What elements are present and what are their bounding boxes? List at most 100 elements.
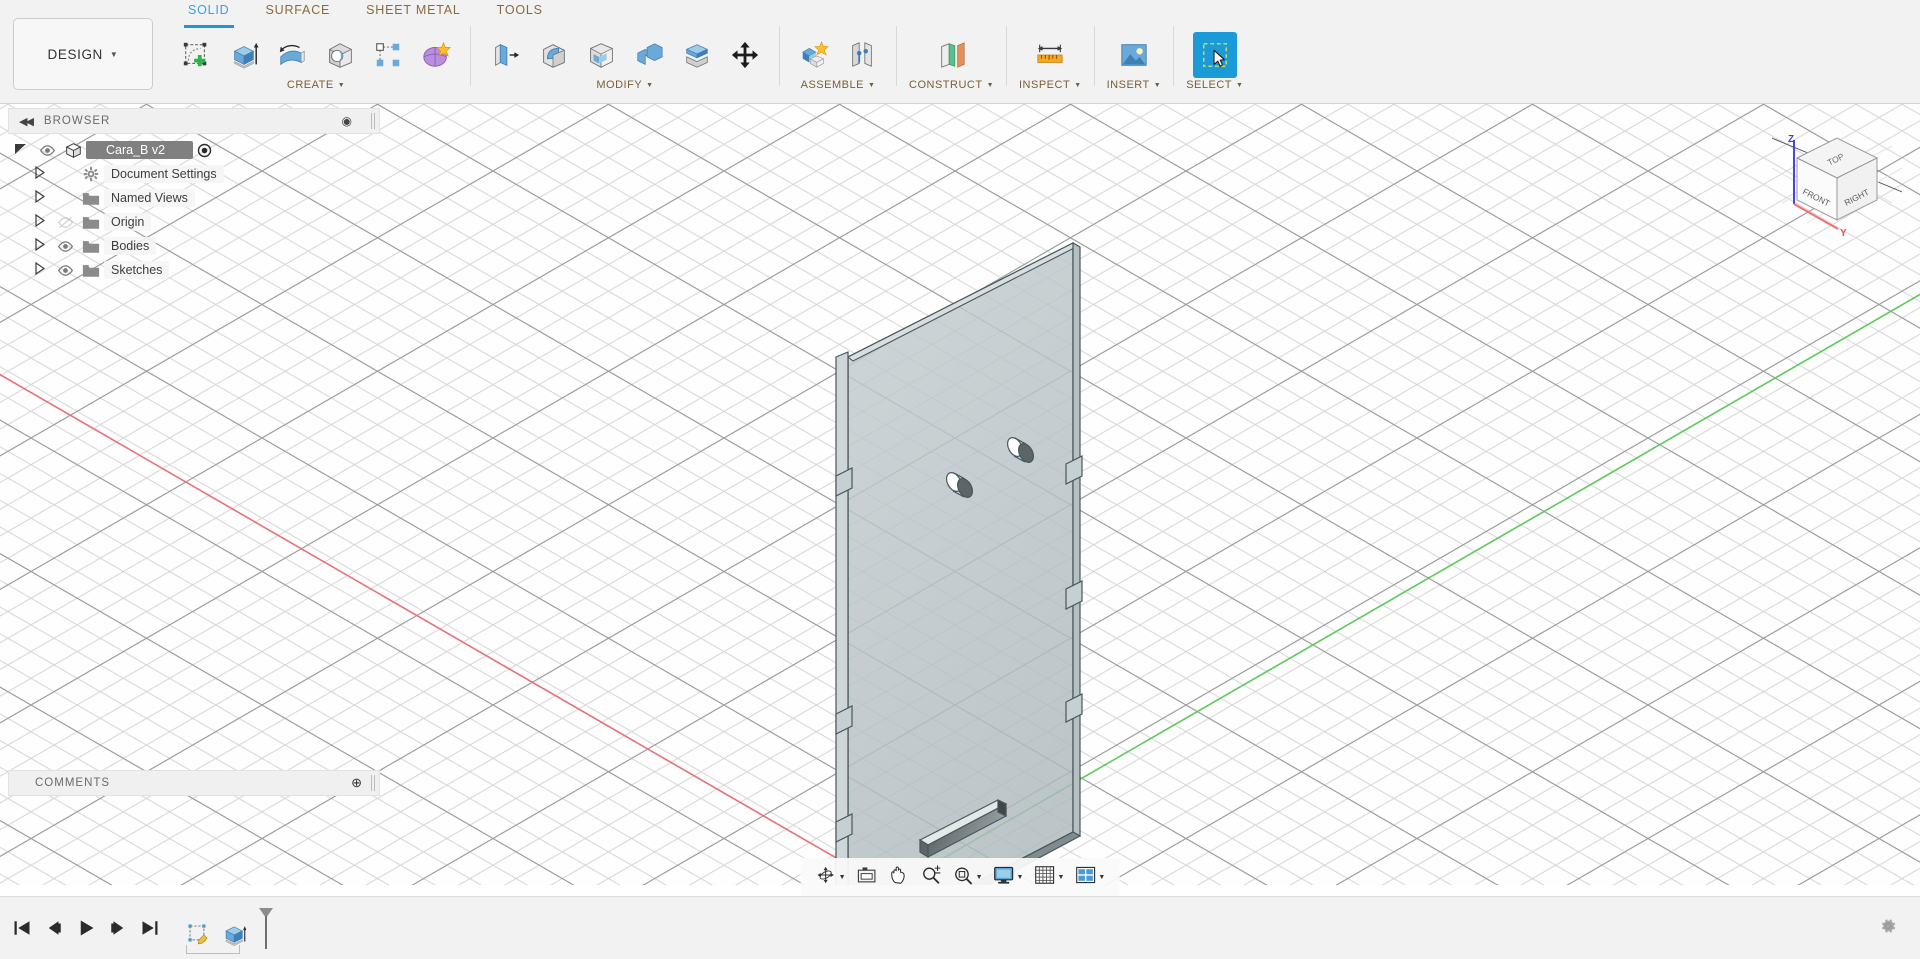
grid-snaps-icon: [1033, 864, 1055, 891]
viewcube-z-axis-label: Z: [1788, 134, 1794, 145]
navbar-pan[interactable]: [884, 861, 914, 894]
viewcube-y-axis-label: Y: [1840, 228, 1847, 238]
chevron-down-icon[interactable]: ▼: [839, 874, 846, 881]
combine-icon[interactable]: [627, 32, 671, 78]
rectangular-pattern-icon[interactable]: [366, 32, 410, 78]
timeline-step-forward-button[interactable]: [102, 908, 134, 948]
browser-item-cara-b-v2[interactable]: Cara_B v2: [8, 138, 380, 162]
revolve-icon[interactable]: [270, 32, 314, 78]
comments-panel[interactable]: COMMENTS ⊕: [8, 770, 380, 796]
browser-item-label: Sketches: [104, 261, 170, 279]
navbar-orbit[interactable]: ▼: [811, 861, 850, 894]
timeline-sketch-feature[interactable]: [182, 908, 216, 948]
panel-label-text: ASSEMBLE: [800, 79, 864, 91]
timeline-extrude-feature[interactable]: [218, 908, 252, 948]
timeline-marker[interactable]: [258, 906, 274, 950]
chevron-down-icon[interactable]: ▼: [1017, 874, 1024, 881]
browser-item-named-views[interactable]: Named Views: [8, 186, 380, 210]
chevron-down-icon[interactable]: ▼: [1057, 874, 1064, 881]
chevron-down-icon: ▼: [1074, 81, 1082, 89]
browser-tree: Cara_B v2 Document Settings Named Views Ori…: [8, 138, 380, 282]
chevron-down-icon[interactable]: ▼: [1098, 874, 1105, 881]
panel-label-insert[interactable]: INSERT ▼: [1107, 79, 1162, 91]
folder-icon: [78, 191, 104, 206]
ribbon-tab-tools[interactable]: TOOLS: [479, 3, 561, 23]
pan-icon: [888, 864, 910, 891]
navbar-fit[interactable]: ▼: [948, 861, 987, 894]
browser-item-origin[interactable]: Origin: [8, 210, 380, 234]
browser-item-label: Named Views: [104, 189, 195, 207]
visibility-toggle-icon[interactable]: [52, 262, 78, 279]
panel-label-construct[interactable]: CONSTRUCT ▼: [909, 79, 994, 91]
ribbon-panel-insert: INSERT ▼: [1103, 22, 1166, 91]
timeline-go-to-end-button[interactable]: [134, 908, 166, 948]
settings-gear-icon[interactable]: [1878, 916, 1898, 941]
ribbon-panels: CREATE ▼ MODIFY ▼ ASSEMBLE ▼ CONSTRUCT ▼ INSPECT…: [170, 22, 1247, 102]
panel-label-create[interactable]: CREATE ▼: [287, 79, 345, 91]
navbar-look-at[interactable]: [852, 861, 882, 894]
ribbon-tab-solid[interactable]: SOLID: [170, 3, 248, 28]
navbar-zoom[interactable]: [916, 861, 946, 894]
zoom-icon: [920, 864, 942, 891]
navbar-display-settings[interactable]: ▼: [989, 861, 1028, 894]
chevron-right-icon[interactable]: [26, 189, 52, 206]
comments-resize-grip[interactable]: [371, 775, 375, 791]
browser-item-label: Origin: [104, 213, 152, 231]
chevron-right-icon[interactable]: [26, 237, 52, 254]
move-copy-icon[interactable]: [723, 32, 767, 78]
panel-label-inspect[interactable]: INSPECT ▼: [1019, 79, 1082, 91]
chevron-right-icon[interactable]: [26, 261, 52, 278]
offset-plane-icon[interactable]: [930, 32, 974, 78]
workspace-switcher-button[interactable]: DESIGN ▼: [13, 18, 153, 90]
browser-item-bodies[interactable]: Bodies: [8, 234, 380, 258]
timeline-go-to-beginning-button[interactable]: [6, 908, 38, 948]
add-comment-icon[interactable]: ⊕: [351, 775, 363, 791]
ribbon-tab-surface[interactable]: SURFACE: [248, 3, 349, 23]
panel-label-text: SELECT: [1186, 79, 1232, 91]
press-pull-icon[interactable]: [483, 32, 527, 78]
panel-label-text: MODIFY: [596, 79, 643, 91]
panel-divider: [470, 26, 471, 86]
collapse-icon[interactable]: ◀◀: [19, 115, 34, 128]
panel-tools: [792, 22, 884, 78]
joint-icon[interactable]: [840, 32, 884, 78]
panel-label-text: INSERT: [1106, 79, 1150, 91]
hole-icon[interactable]: [318, 32, 362, 78]
chevron-right-icon[interactable]: [26, 213, 52, 230]
browser-resize-grip[interactable]: [371, 113, 375, 129]
ribbon-tab-sheet-metal[interactable]: SHEET METAL: [348, 3, 478, 23]
fillet-icon[interactable]: [531, 32, 575, 78]
split-face-icon[interactable]: [675, 32, 719, 78]
visibility-toggle-icon[interactable]: [34, 142, 60, 159]
timeline-play-button[interactable]: [70, 908, 102, 948]
browser-header[interactable]: ◀◀ BROWSER ◉: [8, 108, 380, 134]
timeline-playback-controls: [6, 908, 166, 948]
panel-label-assemble[interactable]: ASSEMBLE ▼: [801, 79, 876, 91]
browser-options-icon[interactable]: ◉: [342, 114, 353, 128]
panel-label-modify[interactable]: MODIFY ▼: [596, 79, 653, 91]
browser-item-label: Document Settings: [104, 165, 224, 183]
form-icon[interactable]: [414, 32, 458, 78]
view-cube[interactable]: TOP FRONT RIGHT Z Y: [1761, 108, 1913, 239]
browser-item-document-settings[interactable]: Document Settings: [8, 162, 380, 186]
fit-icon: [952, 864, 974, 891]
navbar-grid-snaps[interactable]: ▼: [1029, 861, 1068, 894]
create-sketch-icon[interactable]: [174, 32, 218, 78]
chevron-down-icon[interactable]: ▼: [976, 874, 983, 881]
chevron-down-icon[interactable]: [8, 142, 34, 158]
new-component-icon[interactable]: [792, 32, 836, 78]
timeline-step-back-button[interactable]: [38, 908, 70, 948]
shell-icon[interactable]: [579, 32, 623, 78]
visibility-toggle-icon[interactable]: [52, 238, 78, 255]
visibility-toggle-icon[interactable]: [52, 214, 78, 231]
extrude-icon[interactable]: [222, 32, 266, 78]
browser-item-sketches[interactable]: Sketches: [8, 258, 380, 282]
select-cursor-icon[interactable]: [1192, 32, 1237, 78]
measure-icon[interactable]: [1028, 32, 1072, 78]
folder-icon: [78, 215, 104, 230]
insert-image-icon[interactable]: [1112, 32, 1156, 78]
activate-component-radio[interactable]: [197, 143, 212, 158]
navbar-viewports[interactable]: ▼: [1070, 861, 1109, 894]
chevron-right-icon[interactable]: [26, 165, 52, 182]
panel-label-select[interactable]: SELECT ▼: [1186, 79, 1243, 91]
